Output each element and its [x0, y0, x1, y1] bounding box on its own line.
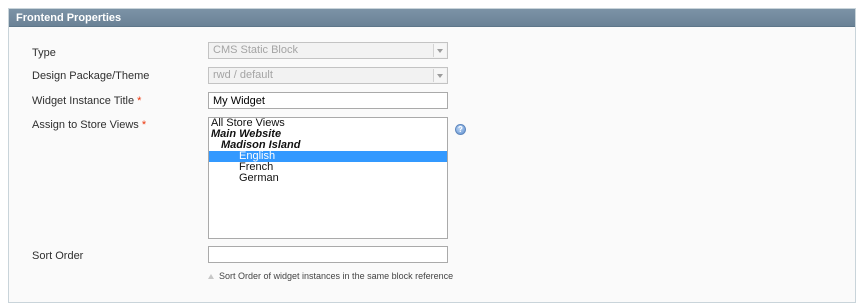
chevron-down-icon — [433, 69, 446, 82]
type-select[interactable]: CMS Static Block — [208, 42, 448, 59]
design-theme-label: Design Package/Theme — [32, 70, 150, 82]
required-marker: * — [137, 95, 142, 107]
sort-order-note: Sort Order of widget instances in the sa… — [208, 269, 488, 283]
store-option-german[interactable]: German — [209, 173, 447, 184]
sort-order-note-text: Sort Order of widget instances in the sa… — [219, 271, 454, 281]
question-icon[interactable]: ? — [455, 124, 466, 135]
type-label: Type — [32, 47, 56, 59]
store-views-label-text: Assign to Store Views — [32, 119, 139, 131]
note-arrow-icon — [208, 274, 214, 280]
sort-order-label: Sort Order — [32, 250, 84, 262]
panel-title: Frontend Properties — [16, 12, 122, 24]
design-theme-select[interactable]: rwd / default — [208, 67, 448, 84]
sort-order-input[interactable] — [208, 246, 448, 263]
required-marker: * — [141, 119, 147, 131]
store-views-multiselect[interactable]: All Store Views Main Website Madison Isl… — [208, 117, 448, 239]
widget-title-label: Widget Instance Title * — [32, 95, 141, 107]
frontend-properties-panel: Frontend Properties Type CMS Static Bloc… — [8, 8, 856, 303]
chevron-down-icon — [433, 44, 446, 57]
store-views-label: Assign to Store Views * — [32, 119, 146, 131]
type-select-value: CMS Static Block — [213, 44, 298, 56]
panel-header: Frontend Properties — [9, 9, 855, 27]
widget-title-input[interactable] — [208, 92, 448, 109]
design-theme-select-value: rwd / default — [213, 69, 273, 81]
widget-title-label-text: Widget Instance Title — [32, 95, 135, 107]
